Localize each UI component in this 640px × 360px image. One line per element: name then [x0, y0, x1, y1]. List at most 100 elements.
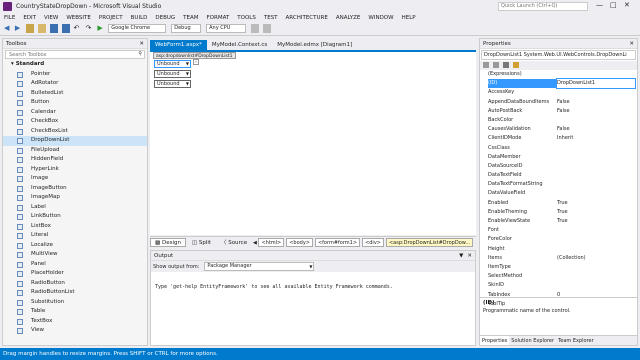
new-project-icon[interactable] — [25, 24, 34, 33]
properties-icon[interactable] — [502, 62, 509, 68]
property-row[interactable]: DataMember — [480, 153, 637, 162]
property-row[interactable]: SkinID — [480, 281, 637, 290]
toolbox-item[interactable]: View — [3, 326, 147, 336]
toolbox-item[interactable]: ListBox — [3, 222, 147, 232]
property-value[interactable]: False — [557, 125, 635, 134]
menu-help[interactable]: HELP — [398, 13, 420, 23]
toolbox-item[interactable]: PlaceHolder — [3, 269, 147, 279]
property-row[interactable]: AppendDataBoundItems False — [480, 98, 637, 107]
property-row[interactable]: Enabled True — [480, 199, 637, 208]
toolbox-item[interactable]: Panel — [3, 260, 147, 270]
toolbox-item[interactable]: BulletedList — [3, 89, 147, 99]
property-row[interactable]: Items (Collection) — [480, 254, 637, 263]
property-row[interactable]: EnableViewState True — [480, 217, 637, 226]
toolbox-close-icon[interactable]: ✕ — [139, 39, 147, 49]
view-split[interactable]: ◫ Split — [188, 238, 215, 248]
menu-team[interactable]: TEAM — [179, 13, 202, 23]
toolbox-item[interactable]: Pointer — [3, 70, 147, 80]
property-row[interactable]: AutoPostBack False — [480, 107, 637, 116]
property-value[interactable]: False — [557, 98, 635, 107]
tab-mymodel-context[interactable]: MyModel.Context.cs — [207, 40, 272, 50]
undo-icon[interactable]: ↶ — [74, 24, 82, 33]
categorized-icon[interactable] — [483, 62, 489, 68]
toolbox-item[interactable]: Label — [3, 203, 147, 213]
menu-format[interactable]: FORMAT — [203, 13, 234, 23]
dropdown-country[interactable]: Unbound ▼ — [154, 60, 191, 68]
browser-select[interactable]: Google Chrome — [108, 24, 167, 33]
toolbox-item[interactable]: LinkButton — [3, 212, 147, 222]
menu-tools[interactable]: TOOLS — [233, 13, 260, 23]
output-source-select[interactable]: Package Manager ▼ — [204, 262, 315, 271]
menu-website[interactable]: WEBSITE — [62, 13, 95, 23]
toolbox-item[interactable]: ImageButton — [3, 184, 147, 194]
property-value[interactable]: True — [557, 217, 635, 226]
open-icon[interactable] — [37, 24, 46, 33]
property-row[interactable]: EnableTheming True — [480, 208, 637, 217]
format-icon[interactable] — [251, 24, 260, 33]
close-button[interactable]: ✕ — [624, 1, 630, 9]
tab-mymodel-edmx[interactable]: MyModel.edmx [Diagram1] — [272, 40, 357, 50]
crumb-body[interactable]: <body> — [286, 238, 313, 247]
menu-project[interactable]: PROJECT — [95, 13, 127, 23]
crumb-form[interactable]: <form#form1> — [314, 238, 361, 247]
menu-debug[interactable]: DEBUG — [151, 13, 179, 23]
menu-test[interactable]: TEST — [260, 13, 282, 23]
object-selector[interactable]: DropDownList1 System.Web.UI.WebControls.… — [481, 50, 636, 60]
property-row[interactable]: Height — [480, 245, 637, 254]
toolbox-item[interactable]: Image — [3, 174, 147, 184]
menu-view[interactable]: VIEW — [40, 13, 62, 23]
tab-webform1[interactable]: WebForm1.aspx* — [150, 40, 207, 50]
toolbox-item[interactable]: HyperLink — [3, 165, 147, 175]
redo-icon[interactable]: ↷ — [85, 24, 93, 33]
toolbox-item[interactable]: Substitution — [3, 298, 147, 308]
tab-properties[interactable]: Properties — [480, 336, 510, 345]
format2-icon[interactable] — [262, 24, 271, 33]
save-icon[interactable] — [49, 24, 58, 33]
property-row[interactable]: DataValueField — [480, 189, 637, 198]
toolbox-item[interactable]: RadioButtonList — [3, 288, 147, 298]
toolbox-item[interactable]: Literal — [3, 231, 147, 241]
smart-tag-icon[interactable]: › — [193, 59, 199, 65]
toolbox-item[interactable]: HiddenField — [3, 155, 147, 165]
run-icon[interactable]: ▶ — [97, 24, 104, 33]
tab-team-explorer[interactable]: Team Explorer — [556, 336, 596, 345]
property-row[interactable]: (Expressions) — [480, 70, 637, 79]
crumb-html[interactable]: <html> — [258, 238, 285, 247]
back-icon[interactable]: ◀ — [4, 24, 11, 33]
toolbox-item[interactable]: RadioButton — [3, 279, 147, 289]
property-row[interactable]: AccessKey — [480, 88, 637, 97]
config-select[interactable]: Debug — [171, 24, 202, 33]
minimize-button[interactable]: — — [596, 1, 603, 9]
property-value[interactable]: False — [557, 107, 635, 116]
property-row[interactable]: ClientIDMode Inherit — [480, 134, 637, 143]
property-row[interactable]: Font — [480, 226, 637, 235]
menu-window[interactable]: WINDOW — [364, 13, 397, 23]
crumb-dropdownlist[interactable]: <asp:DropDownList#DropDow... — [385, 238, 474, 247]
menu-file[interactable]: FILE — [0, 13, 19, 23]
toolbox-item[interactable]: FileUpload — [3, 146, 147, 156]
toolbox-item[interactable]: CheckBox — [3, 117, 147, 127]
toolbox-item[interactable]: Localize — [3, 241, 147, 251]
alphabetical-icon[interactable] — [492, 62, 499, 68]
property-row[interactable]: CssClass — [480, 144, 637, 153]
properties-close-icon[interactable]: ✕ — [629, 39, 637, 49]
toolbox-item[interactable]: MultiView — [3, 250, 147, 260]
events-icon[interactable] — [512, 62, 519, 68]
maximize-button[interactable]: □ — [610, 1, 617, 9]
dropdown-state[interactable]: Unbound ▼ — [154, 70, 191, 78]
toolbox-group-standard[interactable]: ▾ Standard — [3, 60, 147, 70]
toolbox-item[interactable]: ImageMap — [3, 193, 147, 203]
property-value[interactable]: DropDownList1 — [556, 78, 636, 90]
pin-icon[interactable]: ▼ — [459, 251, 467, 261]
menu-edit[interactable]: EDIT — [19, 13, 40, 23]
property-value[interactable]: (Collection) — [557, 254, 635, 263]
property-value[interactable]: Inherit — [557, 134, 635, 143]
property-row[interactable]: SelectMethod — [480, 272, 637, 281]
property-row[interactable]: DataTextField — [480, 171, 637, 180]
menu-architecture[interactable]: ARCHITECTURE — [282, 13, 332, 23]
property-row[interactable]: CausesValidation False — [480, 125, 637, 134]
forward-icon[interactable]: ▶ — [15, 24, 22, 33]
property-row[interactable]: (ID) DropDownList1 — [480, 78, 637, 90]
property-row[interactable]: DataSourceID — [480, 162, 637, 171]
toolbox-item[interactable]: Calendar — [3, 108, 147, 118]
